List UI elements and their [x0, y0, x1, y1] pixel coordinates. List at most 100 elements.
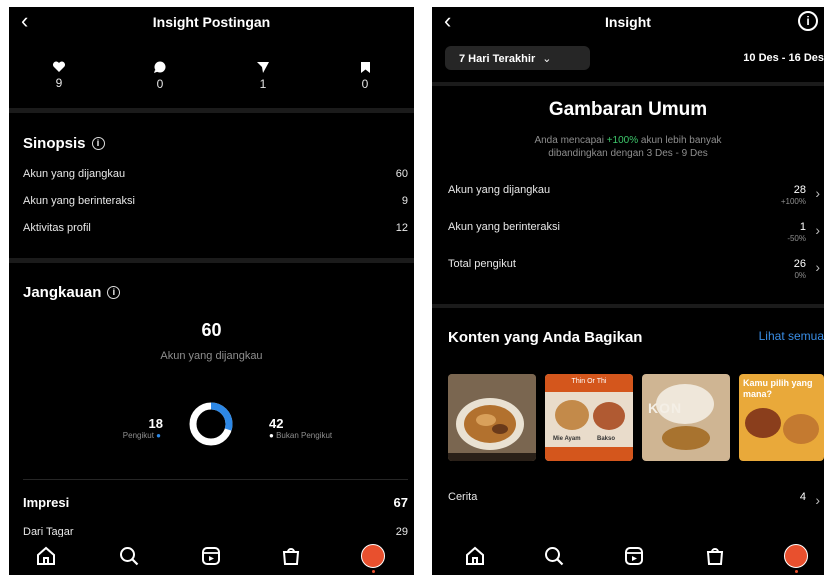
top-bar: ‹ Insight i	[432, 7, 824, 35]
followers-value: 18	[148, 416, 163, 431]
metric-value: 1	[799, 221, 806, 233]
notification-dot	[372, 570, 375, 573]
thumb-text: Mie Ayam	[553, 436, 581, 442]
shares-count: 1	[259, 77, 267, 91]
metric-value: 26	[793, 258, 806, 270]
content-thumbnail[interactable]	[448, 374, 536, 461]
heart-icon	[52, 61, 66, 72]
send-icon	[257, 62, 269, 73]
subtitle-percentage: +100%	[606, 135, 639, 146]
post-insights-screen: ‹ Insight Postingan 9 0 1 0 Sinopsis i Ak…	[9, 7, 414, 575]
row-value: 9	[401, 195, 408, 207]
notification-dot	[795, 570, 798, 573]
search-icon[interactable]	[543, 545, 565, 567]
overview-subtitle: Anda mencapai +100% akun lebih banyak di…	[432, 134, 824, 160]
synopsis-row: Aktivitas profil 12	[23, 222, 408, 234]
impressions-row: Impresi 67	[23, 495, 408, 510]
metric-row-engaged[interactable]: Akun yang berinteraksi 1 -50% ›	[448, 221, 820, 251]
content-thumbnail[interactable]: Kamu pilih yang mana?	[739, 374, 824, 461]
thumb-text: KON	[648, 400, 683, 416]
metric-change: 0%	[794, 271, 806, 280]
subtitle-line2: dibandingkan dengan 3 Des - 9 Des	[548, 148, 708, 159]
divider	[9, 258, 414, 263]
page-title: Insight	[605, 14, 651, 30]
synopsis-title: Sinopsis	[23, 135, 86, 152]
top-bar: ‹ Insight Postingan	[9, 7, 414, 35]
dropdown-label: 7 Hari Terakhir	[459, 53, 536, 65]
account-insights-screen: ‹ Insight i 7 Hari Terakhir ⌄ 10 Des - 1…	[432, 7, 824, 575]
shop-icon[interactable]	[704, 545, 726, 567]
divider	[432, 304, 824, 308]
content-thumbnail[interactable]: Thin Or Thi Mie Ayam Bakso	[545, 374, 633, 461]
search-icon[interactable]	[118, 545, 140, 567]
synopsis-row: Akun yang dijangkau 60	[23, 168, 408, 180]
profile-avatar[interactable]	[784, 544, 808, 568]
chevron-right-icon: ›	[815, 185, 820, 201]
subtitle-post: akun lebih banyak	[638, 135, 722, 146]
saves-stat: 0	[350, 61, 380, 91]
comments-count: 0	[156, 77, 164, 91]
comment-icon	[154, 61, 166, 73]
metric-change: +100%	[780, 197, 806, 206]
divider-line	[23, 479, 408, 480]
profile-avatar[interactable]	[361, 544, 385, 568]
row-label: Akun yang dijangkau	[23, 168, 126, 180]
overview-title: Gambaran Umum	[548, 99, 708, 120]
nonfollowers-legend: ● Bukan Pengikut	[269, 431, 333, 440]
chevron-right-icon: ›	[815, 259, 820, 275]
row-label: Aktivitas profil	[23, 222, 91, 234]
synopsis-row: Akun yang berinteraksi 9	[23, 195, 408, 207]
thumb-text: Kamu pilih yang mana?	[743, 378, 813, 399]
comments-stat: 0	[145, 61, 175, 91]
row-value: 60	[395, 168, 408, 180]
metric-label: Akun yang berinteraksi	[448, 221, 560, 233]
content-shared-title: Konten yang Anda Bagikan	[448, 329, 643, 346]
reach-title: Jangkauan	[23, 284, 102, 301]
stories-label: Cerita	[448, 491, 478, 503]
info-icon[interactable]: i	[91, 137, 105, 150]
reach-donut-chart	[189, 402, 233, 446]
metric-row-followers[interactable]: Total pengikut 26 0% ›	[448, 258, 820, 288]
food-photo	[448, 374, 536, 461]
thumb-text: Thin Or Thi	[571, 378, 607, 385]
chevron-right-icon: ›	[815, 222, 820, 238]
bottom-nav	[9, 537, 414, 575]
chevron-right-icon: ›	[815, 492, 820, 508]
likes-count: 9	[55, 76, 63, 90]
saves-count: 0	[361, 77, 369, 91]
page-title: Insight Postingan	[152, 14, 271, 30]
date-range: 10 Des - 16 Des	[743, 52, 824, 64]
home-icon[interactable]	[35, 545, 57, 567]
home-icon[interactable]	[464, 545, 486, 567]
divider	[9, 108, 414, 113]
thumb-text: Bakso	[597, 436, 616, 442]
metric-change: -50%	[787, 234, 806, 243]
likes-stat: 9	[44, 61, 74, 90]
stories-row[interactable]: Cerita 4 ›	[448, 491, 820, 521]
subtitle-pre: Anda mencapai	[534, 135, 607, 146]
divider	[432, 82, 824, 86]
shares-stat: 1	[248, 61, 278, 91]
metric-row-reach[interactable]: Akun yang dijangkau 28 +100% ›	[448, 184, 820, 214]
reels-icon[interactable]	[200, 545, 222, 567]
content-thumbnail[interactable]: KON	[642, 374, 730, 461]
nonfollowers-value: 42	[269, 416, 284, 431]
synopsis-heading: Sinopsis i	[23, 135, 105, 152]
reach-heading: Jangkauan i	[23, 284, 121, 301]
row-label: Akun yang berinteraksi	[23, 195, 135, 207]
see-all-link[interactable]: Lihat semua	[759, 329, 824, 343]
reach-total-label: Akun yang dijangkau	[160, 350, 263, 362]
impressions-value: 67	[393, 495, 408, 510]
followers-label: Pengikut	[122, 431, 154, 440]
shop-icon[interactable]	[280, 545, 302, 567]
stories-value: 4	[799, 491, 806, 503]
reach-total: 60	[201, 320, 222, 340]
info-icon[interactable]: i	[107, 286, 121, 299]
nonfollowers-label: Bukan Pengikut	[276, 431, 333, 440]
impressions-label: Impresi	[23, 495, 70, 510]
row-value: 12	[395, 222, 408, 234]
reels-icon[interactable]	[623, 545, 645, 567]
date-filter-dropdown[interactable]: 7 Hari Terakhir ⌄	[445, 46, 590, 70]
followers-legend: Pengikut ●	[122, 431, 161, 440]
info-icon[interactable]: i	[798, 11, 818, 31]
